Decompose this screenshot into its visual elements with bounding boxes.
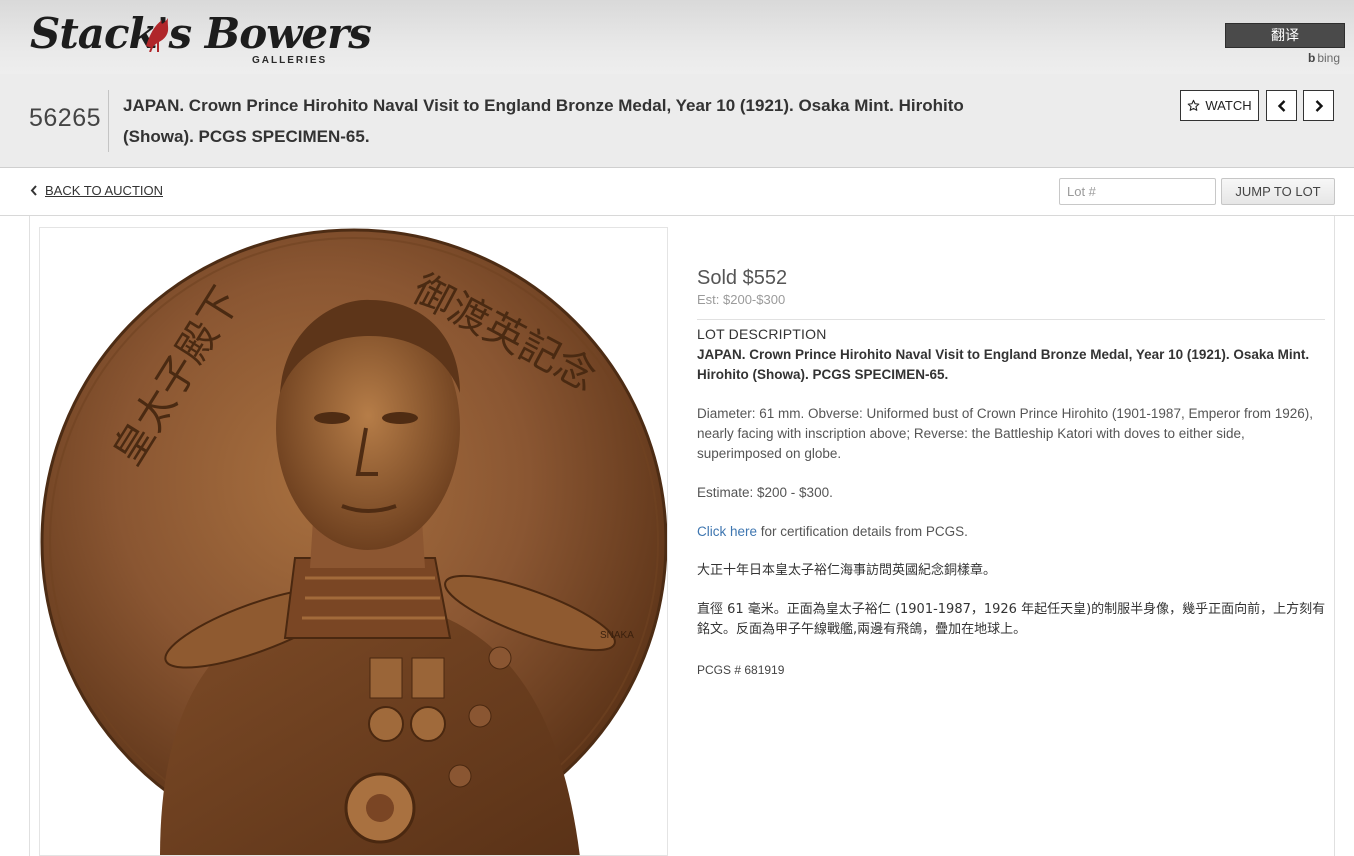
estimate-full: Estimate: $200 - $300. [697,485,833,500]
next-lot-button[interactable] [1303,90,1334,121]
back-to-auction-label: BACK TO AUCTION [45,183,163,198]
stacks-bowers-logo[interactable]: Stack's Bowers GALLERIES [30,6,372,70]
lot-description-body: Diameter: 61 mm. Obverse: Uniformed bust… [697,406,1313,461]
chevron-left-icon [1277,99,1285,112]
medal-signature: SNAKA [600,630,634,641]
cert-text: for certification details from PCGS. [757,524,968,539]
estimate-summary: Est: $200-$300 [697,292,786,307]
griffin-icon [146,18,169,52]
lot-description-heading: LOT DESCRIPTION [697,326,827,342]
pcgs-number: PCGS # 681919 [697,663,785,677]
section-divider [697,319,1325,320]
logo-subtitle: GALLERIES [252,55,328,66]
jump-to-lot-button[interactable]: JUMP TO LOT [1221,178,1335,205]
bing-label: bing [1317,51,1341,65]
translate-button[interactable]: 翻译 [1225,23,1345,48]
lot-number-input[interactable] [1059,178,1216,205]
bing-icon: b [1308,51,1316,65]
back-to-auction-link[interactable]: BACK TO AUCTION [30,183,163,198]
site-header: Stack's Bowers GALLERIES 翻译 b bing [0,0,1354,74]
previous-lot-button[interactable] [1266,90,1297,121]
watch-label: WATCH [1205,98,1252,113]
chevron-right-icon [1315,99,1323,112]
lot-divider [108,90,109,152]
lot-title-chinese: 大正十年日本皇太子裕仁海事訪問英國紀念銅樣章。 [697,563,997,578]
bronze-medal-image: 皇太子殿下 御渡英記念 SNAKA [40,228,667,855]
chevron-left-icon [30,185,37,196]
lot-details: Sold $552 Est: $200-$300 LOT DESCRIPTION… [697,267,1327,677]
pcgs-cert-link[interactable]: Click here [697,524,757,539]
star-icon [1188,99,1200,111]
logo-wordmark: Stack's Bowers [30,9,372,58]
lot-navigation-bar: BACK TO AUCTION JUMP TO LOT [0,168,1354,216]
lot-title: JAPAN. Crown Prince Hirohito Naval Visit… [123,96,964,146]
lot-image[interactable]: 皇太子殿下 御渡英記念 SNAKA [39,227,668,856]
sold-price: Sold $552 [697,267,788,289]
bing-attribution: b bing [1308,51,1340,65]
lot-description-chinese: 直徑 61 毫米。正面為皇太子裕仁 (1901-1987，1926 年起任天皇)… [697,602,1326,637]
certification-line: Click here for certification details fro… [697,522,1327,542]
lot-description-title: JAPAN. Crown Prince Hirohito Naval Visit… [697,347,1310,382]
lot-header: 56265 JAPAN. Crown Prince Hirohito Naval… [0,74,1354,168]
lot-number: 56265 [29,104,102,132]
watch-button[interactable]: WATCH [1180,90,1259,121]
